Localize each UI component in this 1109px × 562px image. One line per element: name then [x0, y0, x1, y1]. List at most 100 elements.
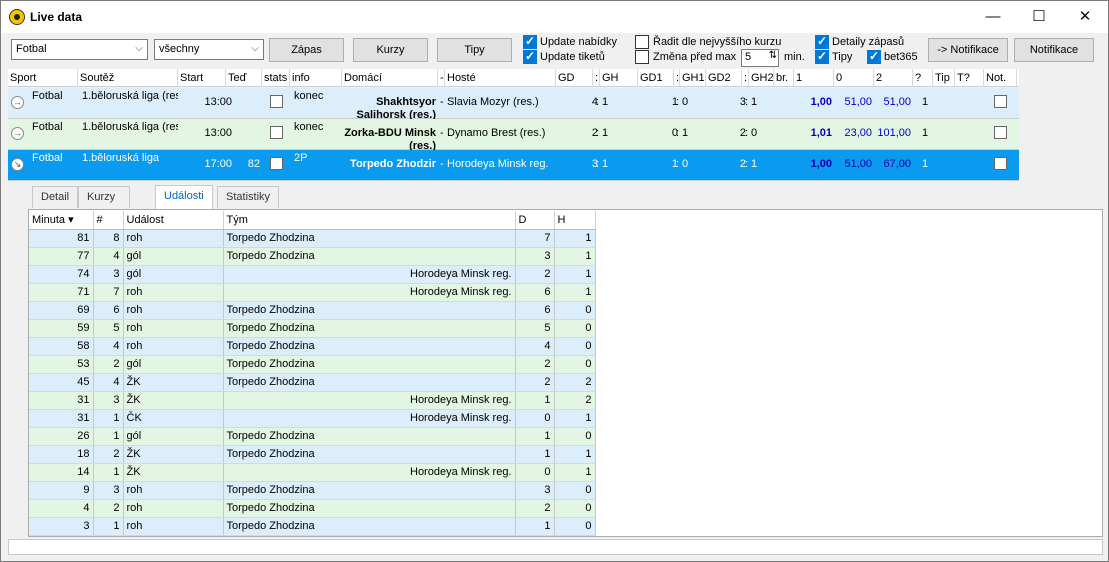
events-header-cell[interactable]: H [554, 211, 596, 230]
grid-header-cell[interactable]: GD2 [706, 69, 742, 87]
maximize-button[interactable]: ☐ [1016, 1, 1062, 33]
zmena-pred-max-checkbox[interactable] [635, 50, 649, 64]
notifikace-button[interactable]: Notifikace [1014, 38, 1094, 62]
grid-header-cell[interactable]: GH [600, 69, 638, 87]
events-header-cell[interactable]: Minuta ▾ [29, 211, 94, 230]
event-team: Torpedo Zhodzina [223, 319, 516, 338]
grid-header-cell[interactable]: GD [556, 69, 593, 87]
event-row[interactable]: 18 2 ŽK Torpedo Zhodzina 1 1 [29, 445, 596, 464]
update-tiketu-label: Update tiketů [540, 51, 605, 63]
close-button[interactable]: ✕ [1062, 1, 1108, 33]
tab-detail[interactable]: Detail [32, 186, 79, 208]
event-row[interactable]: 71 7 roh Horodeya Minsk reg. 6 1 [29, 283, 596, 302]
stats-checkbox[interactable] [270, 126, 283, 139]
minutes-spinner[interactable]: 5 ⇅ [741, 49, 779, 67]
match-row[interactable]: → Fotbal 1.běloruská liga (res 13:00 konec Zo… [8, 119, 1019, 150]
event-row[interactable]: 9 3 roh Torpedo Zhodzina 3 0 [29, 481, 596, 500]
grid-header-cell[interactable]: 0 [834, 69, 874, 87]
stats-checkbox[interactable] [270, 157, 283, 170]
event-home-count: 3 [515, 481, 555, 500]
events-header-cell[interactable]: # [93, 211, 124, 230]
grid-header-cell[interactable]: br. [774, 69, 794, 87]
grid-header-cell[interactable]: ? [913, 69, 933, 87]
tab-kurzy-bet365[interactable]: Kurzy bet365 [78, 186, 130, 223]
grid-header-cell[interactable]: stats [262, 69, 290, 87]
grid-header-cell[interactable]: Domácí [342, 69, 438, 87]
tipy-checkbox[interactable] [815, 49, 829, 64]
event-row[interactable]: 45 4 ŽK Torpedo Zhodzina 2 2 [29, 373, 596, 392]
update-nabidky-checkbox[interactable] [523, 34, 537, 49]
minimize-button[interactable]: — [970, 1, 1016, 33]
match-row[interactable]: → Fotbal 1.běloruská liga (res 13:00 konec Sh… [8, 88, 1019, 119]
event-type: roh [123, 229, 224, 248]
tipy-button[interactable]: Tipy [437, 38, 512, 62]
event-row[interactable]: 26 1 gól Torpedo Zhodzina 1 0 [29, 427, 596, 446]
event-row[interactable]: 53 2 gól Torpedo Zhodzina 2 0 [29, 355, 596, 374]
grid-header-cell[interactable]: info [290, 69, 342, 87]
grid-header-cell[interactable]: GH1 [680, 69, 706, 87]
events-header-cell[interactable]: D [515, 211, 555, 230]
grid-header-cell[interactable]: - [438, 69, 445, 87]
tab-statistiky[interactable]: Statistiky [217, 186, 280, 208]
filter-select[interactable]: všechny ⌵ [154, 39, 264, 60]
grid-header-cell[interactable]: T? [955, 69, 984, 87]
event-row[interactable]: 77 4 gól Torpedo Zhodzina 3 1 [29, 247, 596, 266]
event-type: roh [123, 319, 224, 338]
update-tiketu-checkbox[interactable] [523, 49, 537, 64]
events-header-cell[interactable]: Tým [223, 211, 516, 230]
event-home-count: 2 [515, 265, 555, 284]
spin-arrows-icon[interactable]: ⇅ [769, 50, 777, 61]
grid-header-cell[interactable]: GH2 [749, 69, 774, 87]
grid-header-cell[interactable]: Hosté [445, 69, 556, 87]
grid-header-cell[interactable]: GD1 [638, 69, 674, 87]
expand-icon[interactable]: → [11, 127, 24, 140]
grid-header-cell[interactable]: Teď [226, 69, 262, 87]
match-row[interactable]: ↘ Fotbal 1.běloruská liga 17:00 82 2P Torpedo … [8, 150, 1019, 181]
event-type: roh [123, 481, 224, 500]
grid-header-cell[interactable]: 2 [874, 69, 913, 87]
to-notifikace-button[interactable]: -> Notifikace [928, 38, 1008, 62]
notify-checkbox[interactable] [994, 157, 1007, 170]
chevron-down-icon: ⌵ [251, 43, 259, 54]
grid-header-cell[interactable]: Sport [8, 69, 78, 87]
event-row[interactable]: 31 3 ŽK Horodeya Minsk reg. 1 2 [29, 391, 596, 410]
match-league: 1.běloruská liga (res [82, 90, 178, 102]
event-team: Horodeya Minsk reg. [223, 283, 516, 302]
tab-události[interactable]: Události [155, 185, 213, 209]
event-team: Torpedo Zhodzina [223, 373, 516, 392]
event-row[interactable]: 74 3 gól Horodeya Minsk reg. 2 1 [29, 265, 596, 284]
grid-header-cell[interactable]: : [593, 69, 600, 87]
event-row[interactable]: 69 6 roh Torpedo Zhodzina 6 0 [29, 301, 596, 320]
grid-header-cell[interactable]: Not. [984, 69, 1017, 87]
event-row[interactable]: 58 4 roh Torpedo Zhodzina 4 0 [29, 337, 596, 356]
match-gh: 1 [602, 96, 609, 108]
expand-arrow-icon[interactable]: ↘ [11, 158, 24, 171]
expand-icon[interactable]: → [11, 96, 24, 109]
event-row[interactable]: 4 2 roh Torpedo Zhodzina 2 0 [29, 499, 596, 518]
grid-header-cell[interactable]: : [742, 69, 749, 87]
sport-select[interactable]: Fotbal ⌵ [11, 39, 148, 60]
event-row[interactable]: 3 1 roh Torpedo Zhodzina 1 0 [29, 517, 596, 536]
stats-checkbox[interactable] [270, 95, 283, 108]
grid-header-cell[interactable]: Soutěž [78, 69, 178, 87]
event-row[interactable]: 59 5 roh Torpedo Zhodzina 5 0 [29, 319, 596, 338]
notify-checkbox[interactable] [994, 95, 1007, 108]
event-row[interactable]: 14 1 ŽK Horodeya Minsk reg. 0 1 [29, 463, 596, 482]
radit-dle-checkbox[interactable] [635, 35, 649, 49]
zapas-button[interactable]: Zápas [269, 38, 344, 62]
kurzy-button[interactable]: Kurzy [353, 38, 428, 62]
grid-header-cell[interactable]: Tip [933, 69, 955, 87]
event-number: 3 [93, 481, 124, 500]
notify-checkbox[interactable] [994, 126, 1007, 139]
min-label: min. [784, 51, 805, 63]
events-header-cell[interactable]: Událost [123, 211, 224, 230]
grid-header-cell[interactable]: Start [178, 69, 226, 87]
event-row[interactable]: 81 8 roh Torpedo Zhodzina 7 1 [29, 229, 596, 248]
detaily-zapasu-checkbox[interactable] [815, 34, 829, 49]
bet365-checkbox[interactable] [867, 49, 881, 64]
event-away-count: 0 [554, 427, 596, 446]
event-minute: 3 [29, 517, 94, 536]
grid-header-cell[interactable]: 1 [794, 69, 834, 87]
sport-select-value: Fotbal [16, 43, 47, 55]
event-row[interactable]: 31 1 ČK Horodeya Minsk reg. 0 1 [29, 409, 596, 428]
